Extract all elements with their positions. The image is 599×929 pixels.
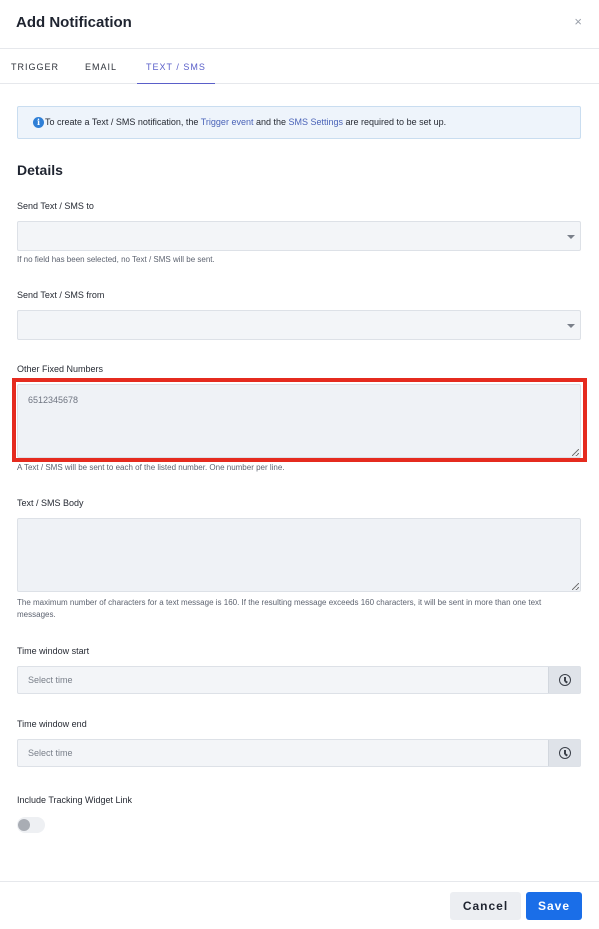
resize-handle-icon[interactable] [572, 583, 579, 590]
other-numbers-label: Other Fixed Numbers [17, 364, 104, 374]
send-to-label: Send Text / SMS to [17, 201, 94, 211]
send-to-help: If no field has been selected, no Text /… [17, 255, 215, 264]
body-help: The maximum number of characters for a t… [17, 598, 542, 619]
cancel-button[interactable]: Cancel [450, 892, 521, 920]
time-start-placeholder: Select time [28, 675, 73, 685]
resize-handle-icon[interactable] [572, 449, 579, 456]
info-banner: To create a Text / SMS notification, the… [17, 106, 581, 139]
info-text-middle: and the [253, 117, 289, 127]
time-start-clock-button[interactable] [548, 667, 580, 693]
info-icon [33, 117, 44, 128]
time-start-input[interactable]: Select time [17, 666, 581, 694]
info-text: To create a Text / SMS notification, the… [31, 117, 446, 127]
clock-icon [559, 674, 571, 686]
add-notification-modal: Add Notification × TRIGGER EMAIL TEXT / … [0, 0, 599, 929]
send-to-select[interactable] [17, 221, 581, 251]
other-numbers-help: A Text / SMS will be sent to each of the… [17, 463, 285, 472]
tab-bar: TRIGGER EMAIL TEXT / SMS [0, 48, 599, 84]
chevron-down-icon [567, 324, 575, 328]
body-label: Text / SMS Body [17, 498, 84, 508]
send-from-label: Send Text / SMS from [17, 290, 105, 300]
time-end-input[interactable]: Select time [17, 739, 581, 767]
time-end-clock-button[interactable] [548, 740, 580, 766]
tracking-label: Include Tracking Widget Link [17, 795, 133, 805]
time-end-placeholder: Select time [28, 748, 73, 758]
modal-footer: Cancel Save [0, 881, 599, 929]
info-text-start: To create a Text / SMS notification, the [45, 117, 201, 127]
send-from-select[interactable] [17, 310, 581, 340]
tab-text-sms[interactable]: TEXT / SMS [137, 49, 215, 84]
other-numbers-placeholder: 6512345678 [28, 395, 79, 405]
tab-email[interactable]: EMAIL [85, 49, 117, 84]
details-heading: Details [17, 162, 63, 178]
info-text-end: are required to be set up. [343, 117, 447, 127]
chevron-down-icon [567, 235, 575, 239]
trigger-event-link[interactable]: Trigger event [201, 117, 254, 127]
sms-settings-link[interactable]: SMS Settings [289, 117, 344, 127]
toggle-knob [18, 819, 30, 831]
close-icon[interactable]: × [574, 15, 582, 29]
tab-trigger[interactable]: TRIGGER [11, 49, 59, 84]
other-numbers-textarea[interactable]: 6512345678 [17, 384, 581, 458]
save-button[interactable]: Save [526, 892, 582, 920]
time-end-label: Time window end [17, 719, 87, 729]
tracking-toggle[interactable] [17, 817, 45, 833]
clock-icon [559, 747, 571, 759]
modal-header: Add Notification × [0, 0, 599, 48]
modal-title: Add Notification [16, 14, 132, 31]
time-start-label: Time window start [17, 646, 90, 656]
body-textarea[interactable] [17, 518, 581, 592]
